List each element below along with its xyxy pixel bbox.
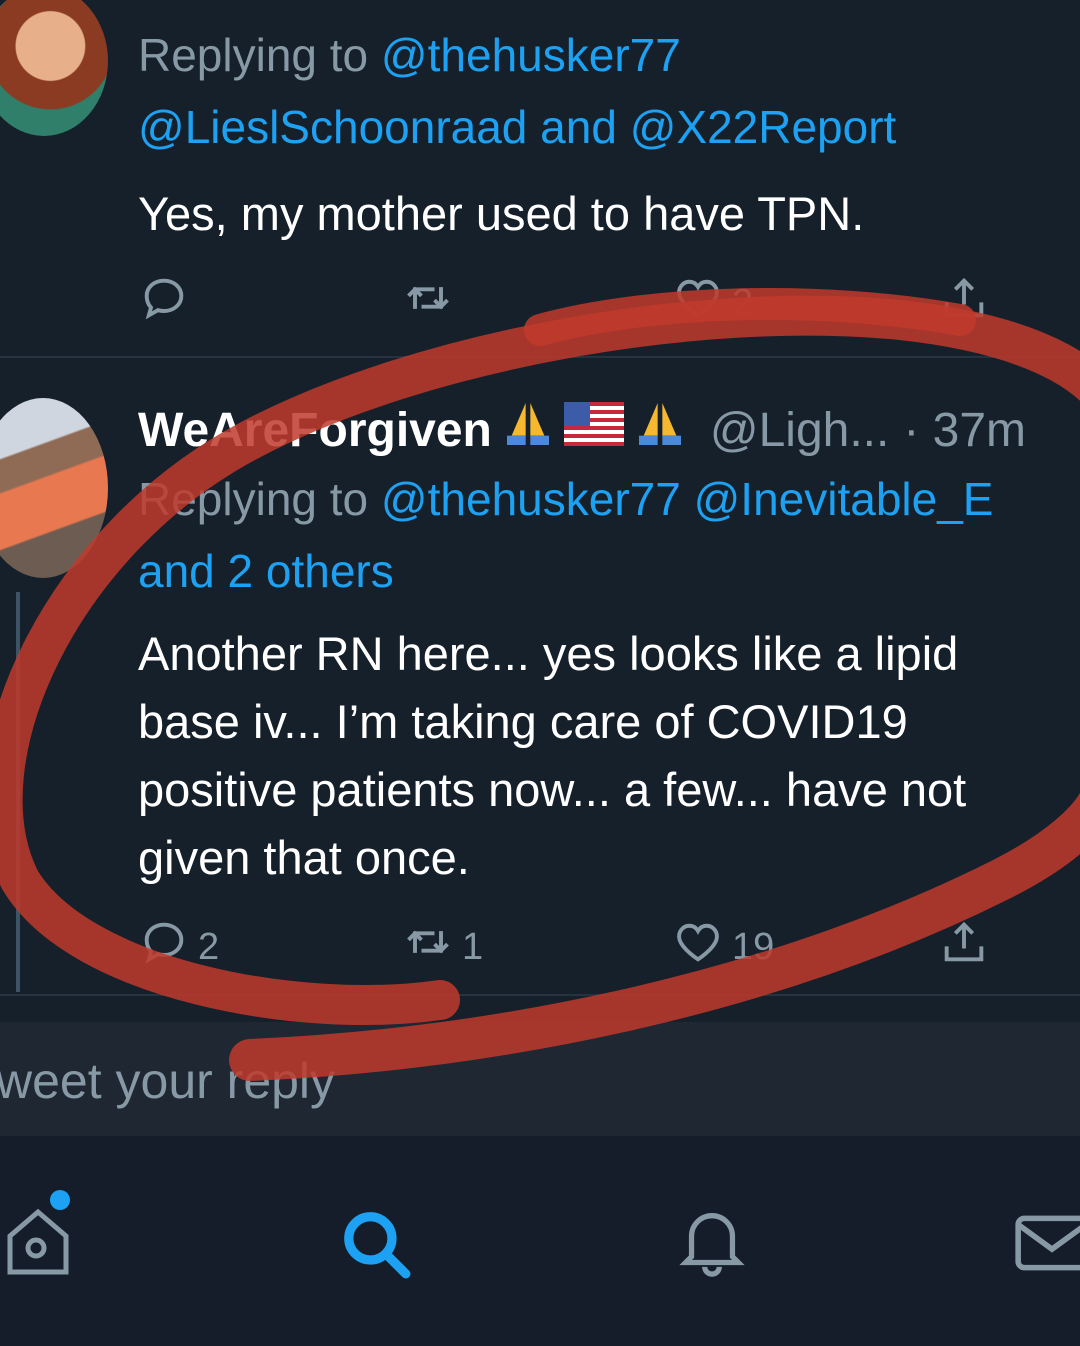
replying-to-line: Replying to @thehusker77 @Inevitable_E [138, 476, 993, 522]
tab-messages[interactable] [1012, 1212, 1080, 1279]
folded-hands-icon [632, 396, 688, 465]
bottom-tab-bar [0, 1136, 1080, 1346]
tweet-divider [0, 356, 1080, 358]
reply-count: 2 [198, 925, 220, 968]
heart-icon [672, 272, 724, 334]
search-icon [338, 1212, 412, 1284]
retweet-icon [402, 272, 454, 334]
retweet-count: 1 [462, 925, 484, 968]
tweet-actions: 2 1 19 [0, 916, 1080, 976]
folded-hands-icon [500, 396, 556, 465]
mention-link[interactable]: @Inevitable_E [694, 473, 994, 525]
bell-icon [676, 1213, 748, 1284]
replying-to-label: Replying to [138, 473, 369, 525]
us-flag-icon [563, 402, 624, 459]
tab-notifications[interactable] [676, 1204, 748, 1285]
like-count: 2 [732, 281, 754, 324]
reply-button[interactable] [138, 272, 190, 334]
tab-search[interactable] [338, 1206, 412, 1285]
like-button[interactable]: 2 [672, 272, 753, 334]
user-avatar[interactable] [0, 398, 108, 578]
reply-button[interactable]: 2 [138, 916, 219, 978]
user-handle[interactable]: @Ligh... [710, 403, 889, 459]
mention-link[interactable]: @thehusker77 [381, 473, 681, 525]
home-icon [2, 1208, 72, 1284]
notification-dot [50, 1190, 70, 1210]
others-link[interactable]: and 2 others [138, 545, 394, 597]
retweet-icon [402, 916, 454, 978]
replying-to-line: Replying to @thehusker77 [138, 32, 681, 78]
tweet-text-line: given that once. [138, 831, 470, 884]
mention-link[interactable]: @X22Report [630, 101, 897, 153]
tweet-text-line: base iv... I’m taking care of COVID19 [138, 695, 908, 748]
twitter-thread-screen: Replying to @thehusker77 @LieslSchoonraa… [0, 0, 1080, 1346]
user-avatar[interactable] [0, 0, 108, 136]
tweet-text-line: Another RN here... yes looks like a lipi… [138, 627, 959, 680]
like-count: 19 [732, 925, 775, 968]
heart-icon [672, 916, 724, 978]
retweet-button[interactable] [402, 272, 454, 334]
retweet-button[interactable]: 1 [402, 916, 483, 978]
mail-icon [1012, 1215, 1080, 1278]
display-name[interactable]: WeAreForgiven [138, 403, 492, 459]
tweet-text: Yes, my mother used to have TPN. [138, 187, 865, 240]
tweet-divider [0, 994, 1080, 996]
reply-icon [138, 916, 190, 978]
tweet-header: WeAreForgiven @Ligh... · 37m [138, 396, 1026, 465]
mention-joiner: and [540, 101, 617, 153]
share-icon [938, 916, 990, 978]
mention-link[interactable]: @LieslSchoonraad [138, 101, 527, 153]
like-button[interactable]: 19 [672, 916, 774, 978]
tweet-actions: 2 [0, 272, 1080, 332]
replying-to-others: and 2 others [138, 548, 394, 594]
replying-to-label: Replying to [138, 29, 369, 81]
share-icon [938, 272, 990, 334]
tweet-text-line: positive patients now... a few... have n… [138, 763, 967, 816]
reply-icon [138, 272, 190, 334]
reply-input[interactable]: weet your reply [0, 1052, 335, 1110]
timestamp: · 37m [903, 403, 1027, 457]
tab-home[interactable] [2, 1200, 72, 1285]
share-button[interactable] [938, 272, 990, 334]
share-button[interactable] [938, 916, 990, 978]
replying-to-line-2: @LieslSchoonraad and @X22Report [138, 104, 896, 150]
mention-link[interactable]: @thehusker77 [381, 29, 681, 81]
